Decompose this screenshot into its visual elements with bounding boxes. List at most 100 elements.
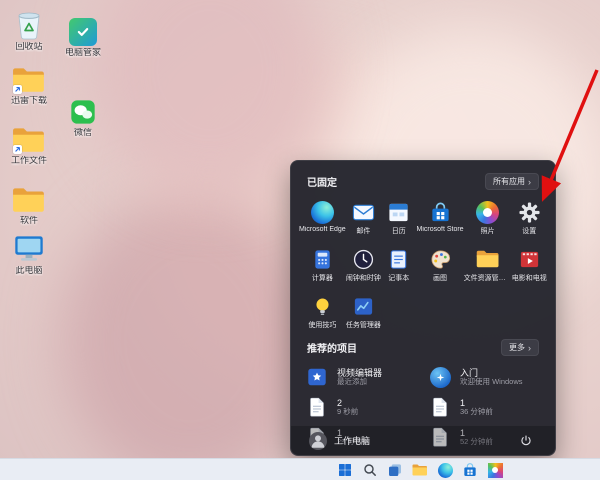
search-button[interactable] [361,461,379,479]
desktop-icon-label: 电脑管家 [65,48,101,58]
desktop-icon-security-app[interactable]: 电脑管家 [56,14,110,58]
edge-icon [310,200,334,224]
folder-icon [12,122,46,154]
desktop-icon-label: 迅雷下载 [11,96,47,106]
more-button[interactable]: 更多 › [501,339,539,356]
desktop-icon-label: 回收站 [15,42,42,52]
app-label: Microsoft Store [417,226,464,233]
recycle-bin-icon [16,8,42,40]
user-avatar [309,432,327,450]
folder-icon [12,62,46,94]
app-label: 邮件 [356,226,370,236]
app-label: 画图 [433,273,447,283]
desktop-icon-label: 微信 [74,128,92,138]
desktop-icon-folder-1[interactable]: 迅雷下载 [2,62,56,106]
app-label: 照片 [481,226,495,236]
app-label: 计算器 [312,273,333,283]
user-account-button[interactable]: 工作电脑 [309,432,370,450]
file-explorer-button[interactable] [411,461,429,479]
folder-icon [476,247,500,271]
pinned-app-movies-tv[interactable]: 电影和电视 [512,244,547,286]
pinned-app-photos[interactable]: 照片 [464,197,512,239]
document-icon [428,395,452,419]
app-label: 日历 [392,226,406,236]
pinned-app-edge[interactable]: Microsoft Edge [299,197,346,239]
pinned-app-tips[interactable]: 使用技巧 [299,291,346,333]
pinned-app-paint[interactable]: 画图 [417,244,464,286]
store-icon [428,200,452,224]
power-button[interactable] [515,430,537,452]
app-label: 文件资源管理器 [464,273,512,283]
desktop-icon-label: 此电脑 [15,266,42,276]
windows-logo-icon [337,462,353,478]
pinned-title: 已固定 [307,174,337,189]
app-label: Microsoft Edge [299,226,346,233]
recommended-item-get-started[interactable]: 入门 欢迎使用 Windows [428,364,541,390]
photos-icon [488,463,503,478]
app-label: 记事本 [388,273,409,283]
app-label: 使用技巧 [308,320,336,330]
recommended-item-file[interactable]: 2 9 秒前 [305,394,418,420]
desktop-icon-label: 软件 [20,216,38,226]
taskbar-icons [336,459,504,480]
calculator-icon [310,247,334,271]
pinned-app-alarms-clock[interactable]: 闹钟和时钟 [346,244,381,286]
pinned-app-notepad[interactable]: 记事本 [381,244,416,286]
all-apps-button[interactable]: 所有应用 › [485,173,539,190]
recommended-item-video-editor[interactable]: 视频编辑器 最近添加 [305,364,418,390]
recommended-item-subtitle: 最近添加 [337,378,382,387]
desktop-icon-folder-3[interactable]: 软件 [2,182,56,226]
recommended-item-file[interactable]: 1 36 分钟前 [428,394,541,420]
pinned-app-task-manager[interactable]: 任务管理器 [346,291,381,333]
more-label: 更多 [509,342,525,353]
start-menu: 已固定 所有应用 › Microsoft Edge 邮件 [290,160,556,456]
wechat-icon [69,94,97,126]
paint-palette-icon [428,247,452,271]
edge-button[interactable] [436,461,454,479]
desktop-icon-folder-2[interactable]: 工作文件 [2,122,56,166]
movies-tv-icon [517,247,541,271]
app-label: 电影和电视 [512,273,547,283]
shortcut-arrow-icon [13,145,22,154]
calendar-icon [387,200,411,224]
start-button[interactable] [336,461,354,479]
photos-icon [476,200,500,224]
search-icon [362,462,378,478]
recommended-item-subtitle: 9 秒前 [337,408,358,417]
desktop-icon-label: 工作文件 [11,156,47,166]
pinned-apps-grid: Microsoft Edge 邮件 日历 [291,194,555,333]
pinned-app-calculator[interactable]: 计算器 [299,244,346,286]
taskbar [0,458,600,480]
start-menu-footer: 工作电脑 [291,425,555,455]
computer-icon [13,232,45,264]
store-icon [462,462,478,478]
settings-gear-icon [517,200,541,224]
desktop-icon-recycle-bin[interactable]: 回收站 [2,8,56,52]
user-name: 工作电脑 [334,434,370,447]
pinned-app-mail[interactable]: 邮件 [346,197,381,239]
store-button[interactable] [461,461,479,479]
folder-icon [12,182,46,214]
task-view-button[interactable] [386,461,404,479]
mail-icon [351,200,375,224]
pinned-app-store[interactable]: Microsoft Store [417,197,464,239]
app-label: 设置 [522,226,536,236]
task-view-icon [387,462,403,478]
security-app-icon [69,14,97,46]
video-editor-icon [305,365,329,389]
recommended-section-header: 推荐的项目 更多 › [291,333,555,360]
desktop-icon-wechat[interactable]: 微信 [56,94,110,138]
pinned-app-settings[interactable]: 设置 [512,197,547,239]
get-started-icon [428,365,452,389]
app-label: 任务管理器 [346,320,381,330]
recommended-item-subtitle: 36 分钟前 [460,408,493,417]
photos-button[interactable] [486,461,504,479]
shortcut-arrow-icon [13,85,22,94]
edge-icon [438,463,453,478]
pinned-app-file-explorer[interactable]: 文件资源管理器 [464,244,512,286]
recommended-title: 推荐的项目 [307,340,357,355]
pinned-app-calendar[interactable]: 日历 [381,197,416,239]
desktop-icon-computer[interactable]: 此电脑 [2,232,56,276]
app-label: 闹钟和时钟 [346,273,381,283]
notepad-icon [387,247,411,271]
